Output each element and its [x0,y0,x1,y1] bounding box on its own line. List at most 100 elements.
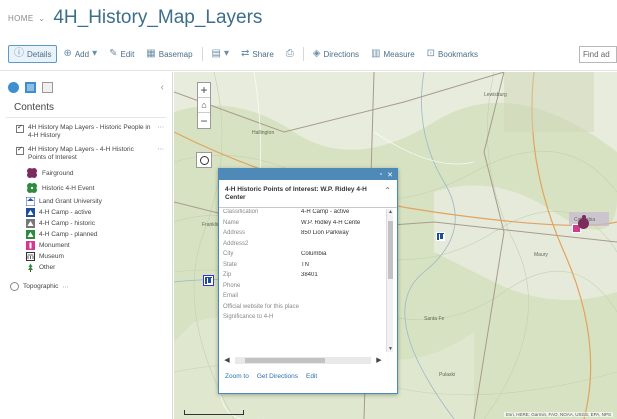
field-label: Name [223,219,240,226]
map-place-label: Santa Fe [424,316,445,322]
legend-list: Fairground Historic 4-H Event Land Grant… [0,162,172,272]
collapse-panel-icon[interactable]: ‹ [161,82,164,93]
pencil-icon: ✎ [109,48,118,59]
zoom-to-link[interactable]: Zoom to [225,373,249,380]
breadcrumb-home[interactable]: HOME [8,14,34,23]
field-value: 850 Lion Parkway [301,230,349,236]
basemap-icon: ▦ [146,48,156,59]
close-icon[interactable]: ✕ [387,171,393,179]
field-value [301,283,383,291]
edit-link[interactable]: Edit [306,373,317,380]
add-icon: ⊕ [63,48,72,59]
layer-item[interactable]: 4H History Map Layers - 4-H Historic Poi… [0,140,172,162]
popup-horizontal-scrollbar[interactable]: ◀ ▶ [223,355,383,365]
layer-label: 4H History Map Layers - Historic People … [28,124,151,139]
contents-panel: ‹ Contents 4H History Map Layers - Histo… [0,72,173,419]
print-button[interactable]: ⎙ [280,45,300,63]
basemap-item[interactable]: Topographic ⋯ [0,273,172,291]
field-value: TN [301,261,309,268]
layer-item[interactable]: 4H History Map Layers - Historic People … [0,118,172,140]
add-button[interactable]: ⊕ Add ▾ [57,45,103,63]
map-point-camp-selected[interactable] [204,276,213,285]
basemap-radio[interactable] [10,282,19,291]
edit-label: Edit [120,49,135,59]
share-button[interactable]: ⇄ Share [235,45,280,63]
locate-button[interactable] [196,152,212,168]
edit-button[interactable]: ✎ Edit [103,45,140,63]
details-button[interactable]: ⓘ Details [8,45,58,63]
map-place-label: Hallington [252,130,275,136]
layers-menu-button[interactable]: ▤ ▾ [206,45,235,63]
legend-label: 4-H Camp - historic [39,219,95,227]
about-tab-icon[interactable] [8,81,19,93]
zoom-in-button[interactable]: + [198,83,210,98]
field-row: Significance to 4-H [223,314,383,322]
get-directions-link[interactable]: Get Directions [257,373,298,380]
legend-label: Museum [39,252,64,260]
map-place-label: Lewisburg [484,92,507,98]
legend-item: Museum [26,251,172,261]
directions-button[interactable]: ◈ Directions [307,45,365,63]
chevron-down-icon: ▾ [92,48,98,59]
field-value [301,314,383,322]
field-value [301,304,383,312]
zoom-out-button[interactable]: − [198,113,210,128]
popup-actions: Zoom to Get Directions Edit [225,373,317,380]
toolbar-divider [201,47,203,61]
directions-icon: ◈ [312,48,321,59]
scrollbar-thumb[interactable] [245,357,325,363]
layer-label: 4H History Map Layers - 4-H Historic Poi… [28,146,134,161]
scrollbar-track[interactable] [235,356,371,364]
find-address-input[interactable]: Find ad [579,45,617,63]
layer-visibility-checkbox[interactable] [16,146,24,155]
layer-visibility-checkbox[interactable] [16,124,24,133]
share-icon: ⇄ [241,48,250,59]
field-row: Phone [223,283,383,291]
scroll-up-icon[interactable]: ▲ [387,209,394,215]
legend-label: Monument [39,241,70,249]
popup-vertical-scrollbar[interactable]: ▲ ▼ [386,209,393,352]
scrollbar-thumb[interactable] [388,221,393,279]
layer-options-icon[interactable]: ⋯ [158,124,165,140]
basemap-button[interactable]: ▦ Basemap [140,45,198,63]
layer-options-icon[interactable]: ⋯ [158,146,165,162]
fairground-icon [27,168,37,178]
popup-titlebar: ▫ ✕ [219,169,397,180]
legend-item: Fairground [26,166,172,180]
home-button[interactable]: ⌂ [198,98,210,113]
scroll-left-icon[interactable]: ◀ [223,356,231,364]
map-point-camp-active[interactable] [436,232,445,241]
details-label: Details [27,49,52,59]
measure-button[interactable]: ▥ Measure [365,45,421,63]
header-divider [0,70,617,71]
map-place-label: Maury [534,252,548,258]
legend-label: 4-H Camp - active [39,208,92,216]
field-value [301,293,383,301]
field-label: Classification [223,209,259,215]
scroll-down-icon[interactable]: ▼ [387,346,394,352]
chevron-down-icon[interactable]: ⌄ [38,14,45,23]
bookmarks-button[interactable]: ⊡ Bookmarks [421,45,484,63]
collapse-icon[interactable]: ⌃ [384,186,391,202]
field-label: City [223,251,234,257]
university-icon [26,196,35,206]
map-view[interactable]: Hallington Columbia Franklin Maury Lewis… [174,72,617,419]
legend-tab-icon[interactable] [42,81,53,93]
directions-label: Directions [323,49,360,59]
map-point-fairground[interactable] [578,215,589,229]
bookmark-icon: ⊡ [426,48,436,59]
add-label: Add [74,49,90,59]
breadcrumb[interactable]: HOME ⌄ [8,14,45,23]
popup-header: 4-H Historic Points of Interest: W.P. Ri… [219,180,397,208]
field-value: Columbia [301,251,327,257]
legend-label: Other [39,263,56,271]
monument-icon [26,240,35,250]
field-label: Significance to 4-H [223,314,274,320]
legend-label: 4-H Camp - planned [39,230,98,238]
page-title: 4H_History_Map_Layers [53,7,263,28]
maximize-icon[interactable]: ▫ [380,171,382,178]
zoom-controls: + ⌂ − [197,82,211,129]
contents-tab-icon[interactable] [25,81,36,93]
scroll-right-icon[interactable]: ▶ [375,356,383,364]
basemap-options-icon[interactable]: ⋯ [62,283,69,291]
